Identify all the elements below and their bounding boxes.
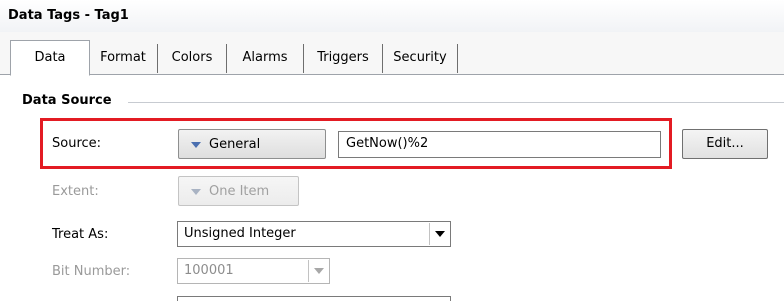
tab-data[interactable]: Data (10, 40, 90, 76)
dropdown-arrow-icon (191, 142, 201, 148)
treat-as-dropdown-button[interactable] (429, 223, 449, 245)
bit-number-label: Bit Number: (52, 264, 131, 279)
extent-button[interactable]: One Item (178, 176, 299, 206)
section-title: Data Source (22, 93, 120, 108)
bit-number-value: 100001 (184, 263, 234, 278)
edit-button[interactable]: Edit... (682, 129, 768, 159)
title-bar: Data Tags - Tag1 (0, 0, 784, 33)
source-type-label: General (209, 137, 261, 152)
bit-number-select[interactable]: 100001 (177, 258, 330, 284)
extent-label: Extent: (52, 184, 99, 199)
tab-triggers[interactable]: Triggers (304, 44, 383, 73)
next-field-partial (177, 296, 451, 301)
source-expression-input[interactable]: GetNow()%2 (338, 131, 661, 158)
tab-format[interactable]: Format (89, 44, 158, 73)
extent-button-label: One Item (209, 184, 270, 199)
dropdown-arrow-icon (191, 189, 201, 195)
bit-number-dropdown-button[interactable] (308, 260, 328, 282)
source-label: Source: (52, 136, 102, 151)
tab-colors[interactable]: Colors (158, 44, 227, 73)
treat-as-label: Treat As: (52, 227, 109, 242)
data-tab-panel: Data Source Source: General GetNow()%2 E… (0, 75, 784, 301)
section-divider (128, 102, 784, 103)
chevron-down-icon (314, 268, 324, 274)
chevron-down-icon (435, 231, 445, 237)
window-title: Data Tags - Tag1 (8, 8, 129, 23)
source-type-button[interactable]: General (178, 129, 326, 159)
tab-security[interactable]: Security (383, 44, 458, 73)
tab-alarms[interactable]: Alarms (227, 44, 304, 73)
treat-as-select[interactable]: Unsigned Integer (177, 221, 451, 247)
treat-as-value: Unsigned Integer (184, 226, 296, 241)
tab-strip: Data Format Colors Alarms Triggers Secur… (0, 32, 784, 76)
